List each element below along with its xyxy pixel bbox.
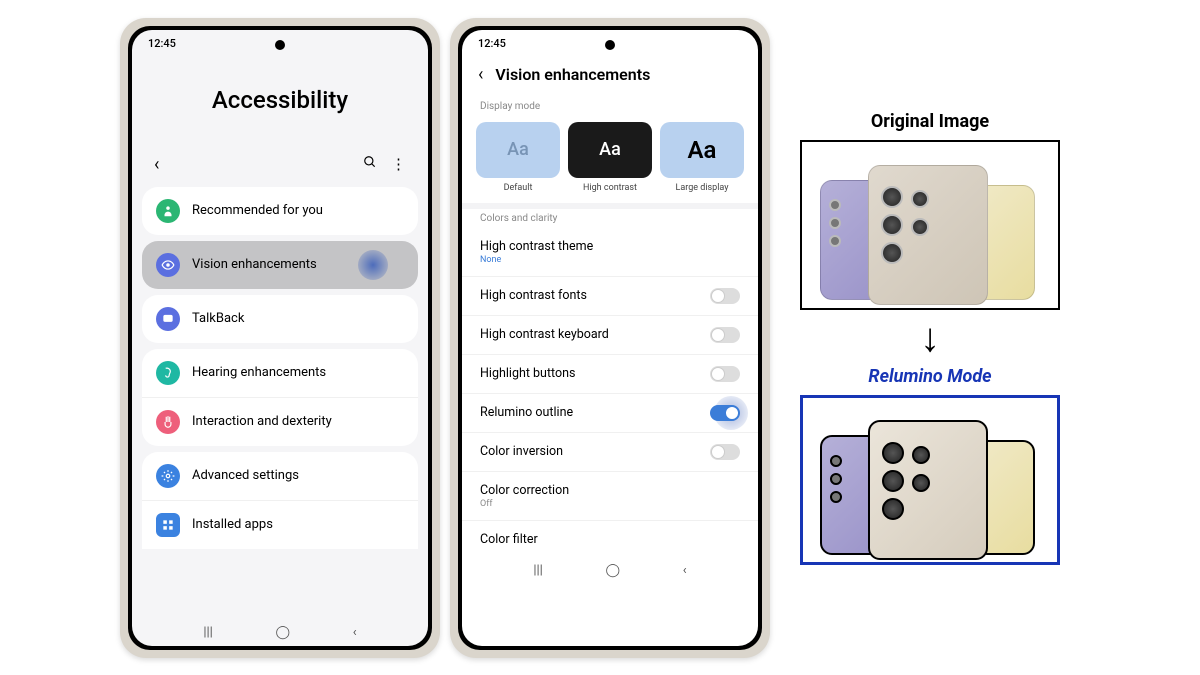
original-image-box (800, 140, 1060, 310)
row-label: High contrast keyboard (480, 327, 710, 342)
page-title: Accessibility (132, 58, 428, 154)
row-label: Color correction (480, 483, 740, 498)
item-label: Hearing enhancements (192, 365, 326, 380)
mode-large-display[interactable]: Aa Large display (660, 122, 744, 193)
row-label: Color filter (480, 532, 740, 547)
mode-label: Default (504, 183, 533, 193)
nav-recents[interactable]: ||| (533, 563, 543, 578)
section-colors-clarity: Colors and clarity (462, 209, 758, 228)
settings-list: Recommended for you Vision enhancements … (132, 187, 428, 620)
toggle-high-contrast-keyboard[interactable] (710, 327, 740, 343)
status-time: 12:45 (478, 37, 506, 50)
nav-back[interactable]: ‹ (353, 625, 357, 640)
nav-home[interactable]: ◯ (606, 563, 621, 578)
grid-icon (156, 513, 180, 537)
item-label: Installed apps (192, 517, 273, 532)
phone-mockup-accessibility: 12:45 Accessibility ‹ ⋮ Recommended for … (120, 18, 440, 658)
more-icon[interactable]: ⋮ (391, 155, 406, 173)
tap-indicator (358, 250, 388, 280)
row-sublabel: None (480, 255, 740, 265)
item-label: Advanced settings (192, 468, 299, 483)
mockup-phone-beige (868, 165, 988, 305)
comparison-panel: Original Image ↓ Relumino Mode (780, 111, 1080, 565)
title-original: Original Image (871, 111, 989, 132)
toggle-highlight-buttons[interactable] (710, 366, 740, 382)
row-high-contrast-theme[interactable]: High contrast theme None (462, 228, 758, 277)
item-vision-enhancements[interactable]: Vision enhancements (142, 241, 418, 289)
item-label: Vision enhancements (192, 257, 317, 272)
eye-icon (156, 253, 180, 277)
row-high-contrast-keyboard[interactable]: High contrast keyboard (462, 316, 758, 355)
row-label: High contrast theme (480, 239, 740, 254)
item-advanced[interactable]: Advanced settings (142, 452, 418, 500)
back-button[interactable]: ‹ (154, 154, 159, 175)
status-time: 12:45 (148, 37, 176, 50)
nav-bar: ||| ◯ ‹ (132, 620, 428, 646)
mode-preview: Aa (476, 122, 560, 178)
camera-hole (275, 40, 285, 50)
back-button[interactable]: ‹ (478, 64, 483, 85)
nav-back[interactable]: ‹ (683, 563, 687, 578)
title-relumino: Relumino Mode (868, 366, 991, 387)
gear-icon (156, 464, 180, 488)
toggle-high-contrast-fonts[interactable] (710, 288, 740, 304)
item-label: Recommended for you (192, 203, 323, 218)
mode-preview: Aa (568, 122, 652, 178)
nav-recents[interactable]: ||| (203, 625, 213, 640)
row-label: Highlight buttons (480, 366, 710, 381)
toggle-color-inversion[interactable] (710, 444, 740, 460)
row-sublabel: Off (480, 499, 740, 509)
row-color-inversion[interactable]: Color inversion (462, 433, 758, 472)
toggle-relumino-outline[interactable] (710, 405, 740, 421)
item-talkback[interactable]: TalkBack (142, 295, 418, 343)
ear-icon (156, 361, 180, 385)
chat-icon (156, 307, 180, 331)
person-icon (156, 199, 180, 223)
search-icon[interactable] (363, 155, 377, 173)
relumino-image-box (800, 395, 1060, 565)
display-mode-selector: Aa Default Aa High contrast Aa Large dis… (462, 116, 758, 203)
mode-label: High contrast (583, 183, 637, 193)
mode-high-contrast[interactable]: Aa High contrast (568, 122, 652, 193)
mode-default[interactable]: Aa Default (476, 122, 560, 193)
item-label: TalkBack (192, 311, 244, 326)
nav-home[interactable]: ◯ (276, 625, 291, 640)
item-recommended[interactable]: Recommended for you (142, 187, 418, 235)
mode-label: Large display (675, 183, 728, 193)
row-relumino-outline[interactable]: Relumino outline (462, 394, 758, 433)
phone-mockup-vision: 12:45 ‹ Vision enhancements Display mode… (450, 18, 770, 658)
item-hearing[interactable]: Hearing enhancements (142, 349, 418, 397)
camera-hole (605, 40, 615, 50)
page-title: Vision enhancements (495, 65, 650, 84)
item-label: Interaction and dexterity (192, 414, 332, 429)
row-label: Color inversion (480, 444, 710, 459)
row-label: High contrast fonts (480, 288, 710, 303)
row-color-filter[interactable]: Color filter (462, 521, 758, 558)
item-interaction[interactable]: Interaction and dexterity (142, 397, 418, 446)
item-installed-apps[interactable]: Installed apps (142, 500, 418, 549)
arrow-down-icon: ↓ (920, 318, 940, 358)
hand-icon (156, 410, 180, 434)
nav-bar: ||| ◯ ‹ (462, 558, 758, 584)
row-high-contrast-fonts[interactable]: High contrast fonts (462, 277, 758, 316)
row-color-correction[interactable]: Color correction Off (462, 472, 758, 521)
row-label: Relumino outline (480, 405, 710, 420)
mode-preview: Aa (660, 122, 744, 178)
section-display-mode: Display mode (462, 97, 758, 116)
row-highlight-buttons[interactable]: Highlight buttons (462, 355, 758, 394)
mockup-phone-beige (868, 420, 988, 560)
